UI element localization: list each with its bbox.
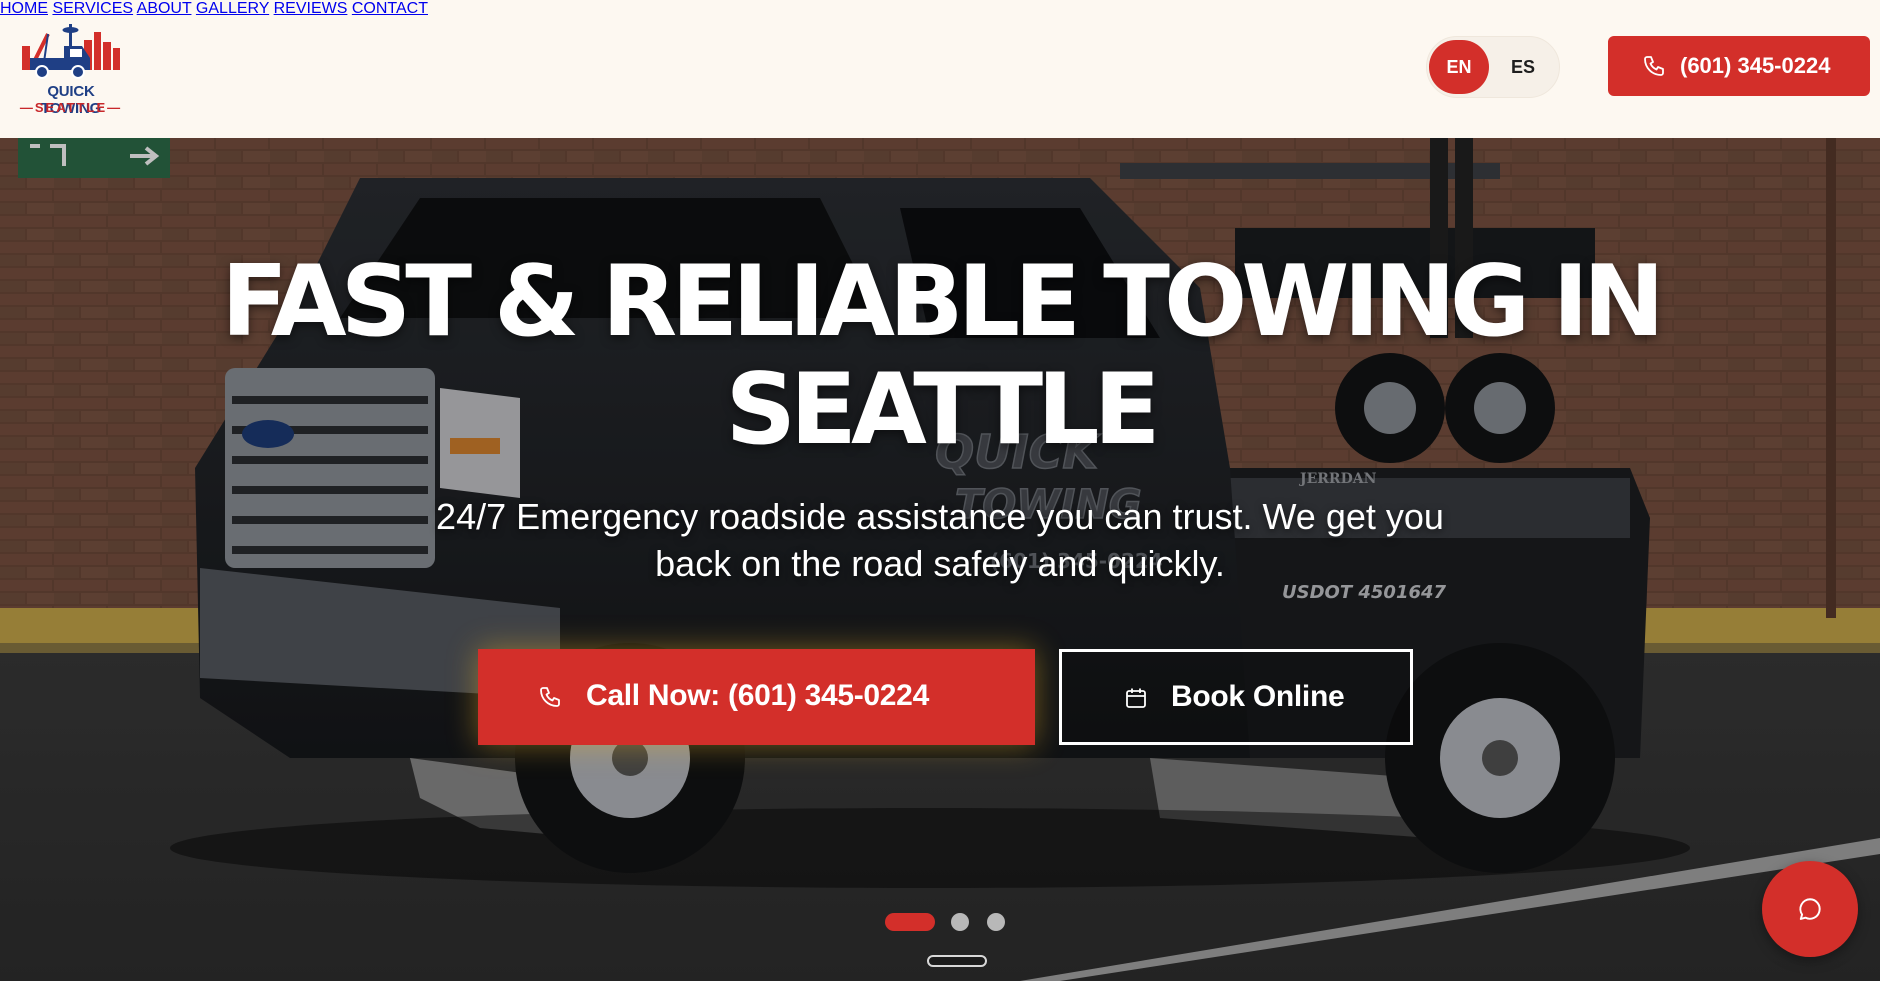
hero-title-line2: SEATTLE: [725, 353, 1160, 467]
chat-button[interactable]: [1762, 861, 1858, 957]
site-header: QUICK TOWING —SEATTLE— HOME SERVICES ABO…: [0, 0, 1880, 138]
logo-city: —SEATTLE—: [19, 100, 123, 115]
header-phone-button[interactable]: (601) 345-0224: [1608, 36, 1870, 96]
nav-reviews[interactable]: REVIEWS: [274, 0, 348, 17]
nav-home[interactable]: HOME: [0, 0, 48, 17]
call-now-label: Call Now: (601) 345-0224: [586, 679, 929, 712]
carousel-dot-2[interactable]: [951, 913, 969, 931]
nav-services[interactable]: SERVICES: [52, 0, 133, 17]
phone-icon: [1644, 56, 1664, 76]
carousel-dot-active[interactable]: [885, 913, 935, 931]
logo[interactable]: QUICK TOWING —SEATTLE—: [18, 20, 124, 120]
hero-subtitle-line1: 24/7 Emergency roadside assistance you c…: [436, 496, 1444, 537]
book-online-button[interactable]: Book Online: [1059, 649, 1413, 745]
main-nav: HOME SERVICES ABOUT GALLERY REVIEWS CONT…: [0, 0, 1880, 18]
chat-bubble-icon: [1799, 898, 1821, 920]
nav-gallery[interactable]: GALLERY: [196, 0, 269, 17]
phone-icon: [540, 687, 560, 707]
calendar-icon: [1126, 688, 1146, 708]
hero-section: QUICK TOWING (601) 345-0224 USDOT 450164…: [0, 138, 1880, 981]
hero-subtitle: 24/7 Emergency roadside assistance you c…: [390, 493, 1490, 587]
lang-es-button[interactable]: ES: [1493, 40, 1553, 94]
call-now-button[interactable]: Call Now: (601) 345-0224: [478, 649, 1035, 745]
carousel-dot-3[interactable]: [987, 913, 1005, 931]
hero-subtitle-line2: back on the road safely and quickly.: [655, 543, 1225, 584]
nav-about[interactable]: ABOUT: [137, 0, 192, 17]
hero-title: FAST & RELIABLE TOWING IN SEATTLE: [140, 248, 1740, 464]
language-switcher: EN ES: [1426, 36, 1560, 98]
nav-contact[interactable]: CONTACT: [352, 0, 428, 17]
logo-truck-skyline-icon: [22, 24, 120, 79]
lang-en-button[interactable]: EN: [1429, 40, 1489, 94]
scroll-indicator: [927, 955, 987, 967]
hero-title-line1: FAST & RELIABLE TOWING IN: [221, 245, 1665, 359]
book-online-label: Book Online: [1171, 680, 1345, 713]
header-phone-label: (601) 345-0224: [1680, 53, 1831, 78]
